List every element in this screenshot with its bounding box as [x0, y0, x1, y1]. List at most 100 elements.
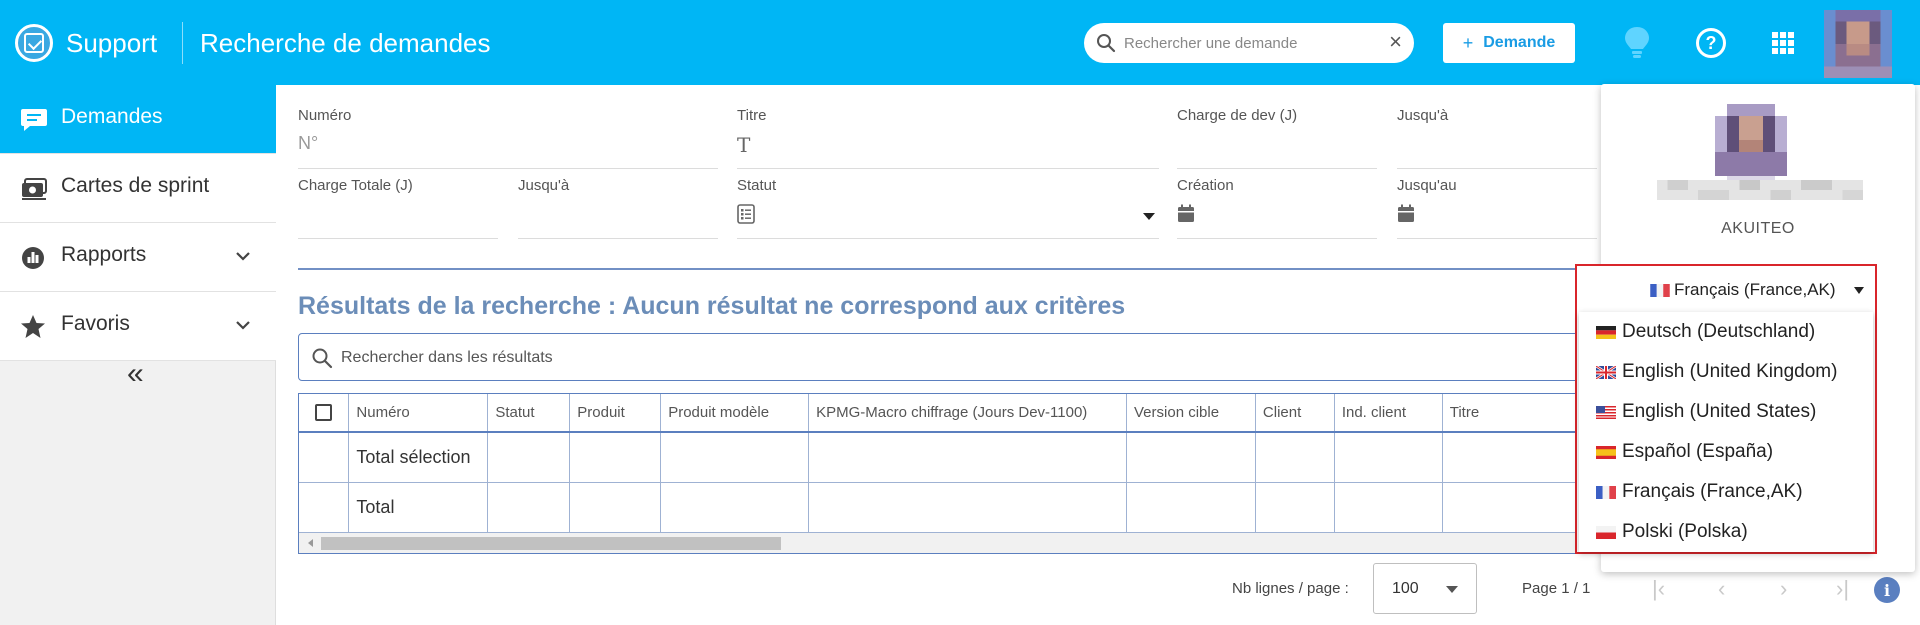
language-option-en-us[interactable]: English (United States)	[1579, 392, 1873, 432]
filter-label: Charge de dev (J)	[1177, 107, 1298, 124]
sidebar-item-label: Favoris	[61, 312, 130, 335]
flag-us-icon	[1596, 405, 1616, 419]
current-language: Français (France,AK)	[1674, 280, 1836, 299]
filter-label: Jusqu'à	[1397, 107, 1449, 124]
select-all-cell	[299, 394, 350, 433]
search-icon	[312, 348, 333, 369]
last-page-icon[interactable]: ›|	[1836, 578, 1860, 600]
new-request-button[interactable]: + Demande	[1443, 23, 1575, 63]
chevron-down-icon[interactable]	[236, 249, 250, 263]
star-icon	[21, 315, 45, 338]
results-title: Résultats de la recherche : Aucun résult…	[298, 292, 1126, 320]
chevron-down-icon[interactable]	[236, 318, 250, 332]
prev-page-icon[interactable]: ‹	[1718, 578, 1742, 600]
sidebar-item-demandes[interactable]: Demandes	[0, 85, 276, 154]
column-header[interactable]: KPMG-Macro chiffrage (Jours Dev-1100)	[808, 394, 1127, 433]
next-page-icon[interactable]: ›	[1780, 578, 1804, 600]
column-header[interactable]: Ind. client	[1334, 394, 1443, 433]
user-avatar[interactable]	[1824, 10, 1892, 78]
rows-per-page-label: Nb lignes / page :	[1232, 580, 1349, 597]
sidebar-item-cartes-de-sprint[interactable]: Cartes de sprint	[0, 154, 276, 223]
collapse-sidebar-button[interactable]: «	[127, 359, 144, 389]
language-option-pl[interactable]: Polski (Polska)	[1579, 512, 1873, 552]
apps-grid-icon[interactable]	[1772, 32, 1794, 54]
chat-icon	[21, 109, 47, 131]
lightbulb-icon[interactable]	[1622, 25, 1652, 61]
sidebar-item-label: Demandes	[61, 105, 163, 128]
rows-per-page-value: 100	[1392, 580, 1419, 597]
global-search-input[interactable]	[1124, 31, 1374, 55]
language-dropdown[interactable]: Français (France,AK)	[1650, 280, 1864, 300]
filter-label: Création	[1177, 177, 1234, 194]
filter-statut[interactable]: Statut	[737, 177, 1159, 239]
filter-placeholder: N°	[298, 133, 319, 153]
page-info: Page 1 / 1	[1522, 580, 1591, 597]
filter-charge-totale[interactable]: Charge Totale (J)	[298, 177, 498, 239]
header-divider	[182, 22, 183, 64]
profile-name-redacted	[1657, 180, 1863, 200]
flag-gb-icon	[1596, 365, 1616, 379]
filter-label: Jusqu'à	[518, 177, 570, 194]
top-header: Support Recherche de demandes × + Demand…	[0, 0, 1920, 85]
filter-label: Numéro	[298, 107, 352, 124]
language-option-de[interactable]: Deutsch (Deutschland)	[1579, 312, 1873, 352]
search-icon	[1097, 34, 1116, 53]
caret-down-icon[interactable]	[1143, 213, 1155, 220]
results-search-input[interactable]	[341, 346, 1541, 370]
language-option-es[interactable]: Español (España)	[1579, 432, 1873, 472]
column-header[interactable]: Produit	[569, 394, 662, 433]
column-header[interactable]: Numéro	[348, 394, 489, 433]
horizontal-scrollbar[interactable]	[299, 533, 1608, 553]
results-table: Numéro Statut Produit Produit modèle KPM…	[298, 393, 1608, 554]
filter-label: Titre	[737, 107, 767, 124]
column-header[interactable]: Version cible	[1126, 394, 1256, 433]
filter-creation[interactable]: Création	[1177, 177, 1377, 239]
section-divider	[298, 268, 1598, 270]
flag-es-icon	[1596, 445, 1616, 459]
row-label: Total sélection	[348, 432, 489, 483]
filter-creation-to[interactable]: Jusqu'au	[1397, 177, 1597, 239]
global-search-box: ×	[1084, 23, 1414, 63]
filter-label: Charge Totale (J)	[298, 177, 413, 194]
chart-icon	[22, 247, 44, 269]
app-name[interactable]: Support	[66, 28, 157, 59]
flag-pl-icon	[1596, 525, 1616, 539]
flag-fr-icon	[1596, 485, 1616, 499]
calendar-icon[interactable]	[1177, 204, 1195, 223]
filter-charge-dev-to[interactable]: Jusqu'à	[1397, 107, 1597, 169]
first-page-icon[interactable]: |‹	[1652, 578, 1676, 600]
row-label: Total	[348, 482, 489, 533]
scrollbar-thumb[interactable]	[321, 537, 781, 550]
calendar-icon[interactable]	[1397, 204, 1415, 223]
language-selector: Français (France,AK) Deutsch (Deutschlan…	[1575, 264, 1877, 554]
info-icon[interactable]: i	[1874, 577, 1900, 603]
results-search-box	[298, 333, 1608, 381]
text-format-icon: T	[737, 133, 751, 157]
caret-down-icon	[1446, 586, 1458, 593]
column-header[interactable]: Statut	[487, 394, 571, 433]
sidebar-item-favoris[interactable]: Favoris	[0, 292, 276, 361]
language-option-fr[interactable]: Français (France,AK)	[1579, 472, 1873, 512]
page-title: Recherche de demandes	[200, 28, 491, 58]
column-header[interactable]: Client	[1255, 394, 1335, 433]
sidebar-item-label: Cartes de sprint	[61, 174, 210, 197]
filter-label: Statut	[737, 177, 777, 194]
filter-numero[interactable]: Numéro N°	[298, 107, 718, 169]
sidebar-item-rapports[interactable]: Rapports	[0, 223, 276, 292]
help-icon[interactable]: ?	[1696, 28, 1726, 58]
sidebar: Demandes Cartes de sprint Rapports Favor…	[0, 85, 276, 625]
filter-titre[interactable]: Titre T	[737, 107, 1159, 169]
cards-icon	[22, 178, 47, 200]
caret-down-icon	[1853, 286, 1864, 294]
filter-charge-totale-to[interactable]: Jusqu'à	[518, 177, 718, 239]
rows-per-page-select[interactable]: 100	[1373, 563, 1477, 614]
table-header-row: Numéro Statut Produit Produit modèle KPM…	[299, 394, 1608, 433]
support-logo-icon[interactable]	[15, 24, 53, 62]
clear-search-icon[interactable]: ×	[1389, 31, 1402, 53]
language-option-en-gb[interactable]: English (United Kingdom)	[1579, 352, 1873, 392]
column-header[interactable]: Produit modèle	[660, 394, 810, 433]
select-all-checkbox[interactable]	[315, 404, 333, 422]
scroll-left-icon[interactable]	[308, 539, 313, 547]
table-row: Total sélection	[299, 432, 1608, 483]
filter-charge-dev[interactable]: Charge de dev (J)	[1177, 107, 1377, 169]
